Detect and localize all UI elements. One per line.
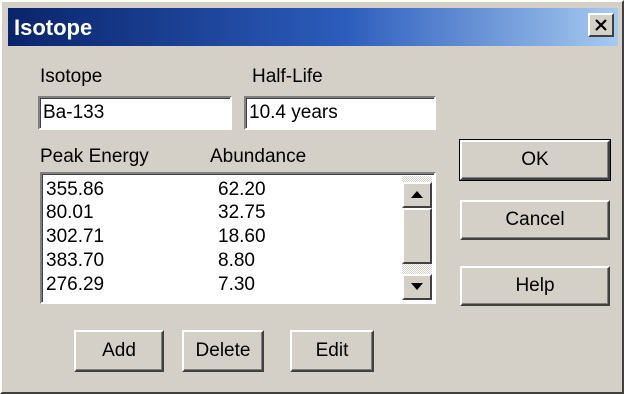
peak-energy-value: 355.86 (46, 179, 105, 200)
isotope-field[interactable] (38, 96, 232, 130)
isotope-input[interactable] (43, 100, 227, 126)
abundance-value: 32.75 (218, 202, 266, 223)
title-bar[interactable]: Isotope (8, 8, 618, 46)
halflife-input[interactable] (249, 100, 431, 126)
halflife-field[interactable] (244, 96, 436, 130)
delete-button[interactable]: Delete (182, 330, 264, 372)
peak-energy-value: 302.71 (46, 226, 105, 247)
list-item[interactable]: 355.86 62.20 (46, 178, 396, 201)
peak-energy-value: 276.29 (46, 274, 105, 295)
peak-energy-value: 383.70 (46, 250, 105, 271)
edit-button[interactable]: Edit (290, 330, 374, 372)
abundance-header: Abundance (210, 146, 307, 167)
list-scrollbar[interactable] (402, 176, 432, 300)
scroll-up-button[interactable] (402, 182, 432, 208)
peak-list[interactable]: 355.86 62.20 80.01 32.75 302.71 18.60 38… (40, 172, 436, 304)
abundance-value: 7.30 (218, 274, 255, 295)
abundance-value: 8.80 (218, 250, 255, 271)
arrow-down-icon (411, 283, 423, 290)
add-button[interactable]: Add (74, 330, 164, 372)
list-item[interactable]: 302.71 18.60 (46, 225, 396, 248)
abundance-value: 18.60 (218, 226, 266, 247)
arrow-up-icon (411, 191, 423, 198)
ok-button[interactable]: OK (459, 139, 611, 181)
scroll-thumb[interactable] (402, 208, 432, 264)
isotope-dialog: Isotope Isotope Half-Life Peak Energy Ab… (0, 0, 624, 394)
scroll-down-button[interactable] (402, 274, 432, 300)
help-button[interactable]: Help (460, 266, 610, 306)
window-title: Isotope (14, 15, 93, 40)
close-icon (595, 19, 607, 31)
list-item[interactable]: 80.01 32.75 (46, 201, 396, 224)
halflife-label: Half-Life (252, 66, 323, 87)
isotope-label: Isotope (40, 66, 103, 87)
cancel-button[interactable]: Cancel (460, 200, 610, 240)
peak-energy-value: 80.01 (46, 202, 94, 223)
list-item[interactable]: 383.70 8.80 (46, 249, 396, 272)
abundance-value: 62.20 (218, 179, 266, 200)
list-item[interactable]: 276.29 7.30 (46, 273, 396, 296)
close-button[interactable] (588, 13, 614, 37)
peak-energy-header: Peak Energy (40, 146, 149, 167)
